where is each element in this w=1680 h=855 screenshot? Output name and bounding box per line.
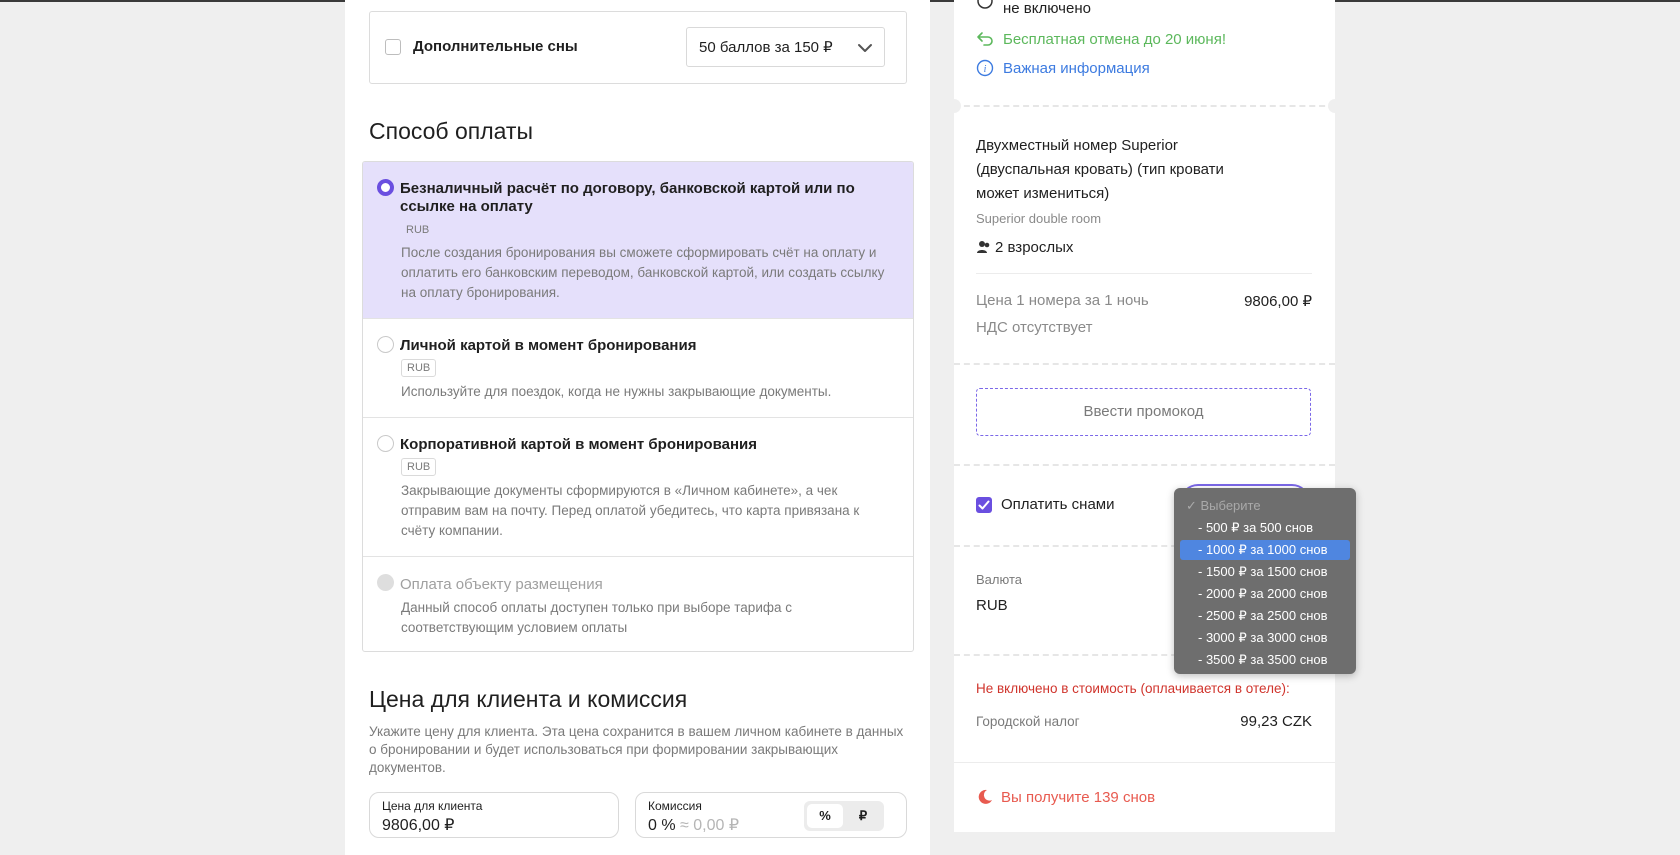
- ticket-notch: [1328, 99, 1342, 113]
- extra-sleeps-label: Дополнительные сны: [413, 38, 578, 55]
- divider: [976, 273, 1312, 274]
- extra-sleeps-select-value: 50 баллов за 150 ₽: [699, 39, 833, 56]
- dropdown-option[interactable]: - 3000 ₽ за 3000 снов: [1180, 628, 1350, 648]
- dropdown-option[interactable]: - 1000 ₽ за 1000 снов: [1180, 540, 1350, 560]
- room-title-line: может измениться): [976, 185, 1110, 202]
- perforation-divider: [954, 464, 1335, 466]
- payment-option-description: Данный способ оплаты доступен только при…: [401, 600, 792, 635]
- return-arrow-icon: [977, 32, 993, 46]
- currency-badge: RUB: [401, 458, 437, 476]
- dropdown-option[interactable]: - 2000 ₽ за 2000 снов: [1180, 584, 1350, 604]
- guests-icon: [977, 241, 990, 253]
- payment-option-invoice[interactable]: Безналичный расчёт по договору, банковск…: [363, 162, 913, 319]
- promo-code-button[interactable]: Ввести промокод: [976, 388, 1311, 436]
- sleeps-dropdown-menu[interactable]: ✓ Выберите - 500 ₽ за 500 снов - 1000 ₽ …: [1174, 488, 1356, 674]
- extra-sleeps-select[interactable]: 50 баллов за 150 ₽: [686, 27, 885, 67]
- payment-option-description: После создания бронирования вы сможете с…: [401, 245, 885, 300]
- payment-option-personal-card[interactable]: Личной картой в момент бронирования RUB …: [363, 319, 913, 418]
- payment-option-title: Оплата объекту размещения: [400, 576, 603, 593]
- commission-input[interactable]: 0 % ≈ 0,00 ₽: [648, 815, 739, 835]
- free-cancellation: Бесплатная отмена до 20 июня!: [1003, 31, 1227, 48]
- payment-option-title: Корпоративной картой в момент бронирован…: [400, 436, 757, 453]
- payment-option-description: Используйте для поездок, когда не нужны …: [401, 384, 832, 399]
- client-price-title: Цена для клиента и комиссия: [369, 686, 688, 712]
- payment-option-corporate-card[interactable]: Корпоративной картой в момент бронирован…: [363, 418, 913, 557]
- extra-sleeps-box: Дополнительные сны 50 баллов за 150 ₽: [369, 11, 907, 84]
- city-tax-value: 99,23 CZK: [1240, 713, 1312, 730]
- dropdown-option[interactable]: - 500 ₽ за 500 снов: [1180, 518, 1350, 538]
- price-per-night-label: Цена 1 номера за 1 ночь: [976, 292, 1149, 309]
- payment-option-title: Личной картой в момент бронирования: [400, 337, 697, 354]
- guests-count: 2 взрослых: [995, 239, 1074, 256]
- divider: [954, 762, 1335, 763]
- payment-radio-property: [377, 574, 394, 591]
- room-title-line: (двуспальная кровать) (тип кровати: [976, 161, 1224, 178]
- payment-options-list: Безналичный расчёт по договору, банковск…: [362, 161, 914, 652]
- unit-percent-button[interactable]: %: [807, 804, 843, 828]
- perforation-divider: [954, 363, 1335, 365]
- perforation-divider: [954, 105, 1335, 107]
- currency-badge: RUB: [401, 359, 437, 377]
- svg-text:i: i: [984, 64, 987, 75]
- currency-value: RUB: [976, 597, 1008, 614]
- currency-label: Валюта: [976, 572, 1022, 587]
- payment-method-title: Способ оплаты: [369, 118, 533, 144]
- payment-option-property: Оплата объекту размещения Данный способ …: [363, 557, 913, 651]
- booking-form-panel: Дополнительные сны 50 баллов за 150 ₽ Сп…: [345, 0, 930, 855]
- price-per-night-value: 9806,00 ₽: [1244, 293, 1312, 310]
- payment-option-description: Закрывающие документы сформируются в «Ли…: [401, 483, 860, 538]
- payment-option-title: Безналичный расчёт по договору, банковск…: [400, 180, 855, 215]
- commission-unit-toggle: % ₽: [804, 801, 884, 831]
- commission-label: Комиссия: [648, 799, 702, 813]
- commission-value: 0 %: [648, 817, 676, 834]
- important-info-link[interactable]: Важная информация: [1003, 60, 1150, 77]
- check-icon: [978, 500, 990, 510]
- vat-note: НДС отсутствует: [976, 319, 1093, 336]
- payment-radio-corporate-card[interactable]: [377, 435, 394, 452]
- dropdown-option[interactable]: - 1500 ₽ за 1500 снов: [1180, 562, 1350, 582]
- dropdown-placeholder: ✓ Выберите: [1186, 498, 1261, 513]
- info-icon: i: [976, 59, 994, 77]
- commission-field[interactable]: Комиссия 0 % ≈ 0,00 ₽ % ₽: [635, 792, 907, 838]
- unit-rub-button[interactable]: ₽: [845, 804, 881, 828]
- moon-icon: [978, 789, 992, 804]
- booking-summary-panel: не включено Бесплатная отмена до 20 июня…: [947, 0, 1342, 832]
- ticket-notch: [947, 99, 961, 113]
- commission-approx: ≈ 0,00 ₽: [680, 817, 740, 834]
- dropdown-option[interactable]: - 2500 ₽ за 2500 снов: [1180, 606, 1350, 626]
- clock-icon: [977, 0, 993, 9]
- payment-radio-personal-card[interactable]: [377, 336, 394, 353]
- not-included-title: Не включено в стоимость (оплачивается в …: [976, 681, 1290, 696]
- client-price-field[interactable]: Цена для клиента 9806,00 ₽: [369, 792, 619, 838]
- payment-radio-invoice[interactable]: [377, 179, 394, 196]
- client-price-input[interactable]: 9806,00 ₽: [382, 815, 454, 835]
- pay-with-sleeps-checkbox[interactable]: [976, 497, 992, 513]
- currency-badge: RUB: [406, 224, 430, 236]
- pay-with-sleeps-label: Оплатить снами: [1001, 496, 1115, 513]
- earn-sleeps: Вы получите 139 снов: [1001, 789, 1156, 806]
- client-price-label: Цена для клиента: [382, 799, 483, 813]
- dropdown-option[interactable]: - 3500 ₽ за 3500 снов: [1180, 650, 1350, 670]
- room-subtitle: Superior double room: [976, 211, 1102, 226]
- city-tax-label: Городской налог: [976, 714, 1080, 729]
- client-price-description: Укажите цену для клиента. Эта цена сохра…: [369, 724, 904, 775]
- room-title-line: Двухместный номер Superior: [976, 137, 1178, 154]
- chevron-down-icon: [858, 44, 872, 52]
- not-included-top: не включено: [1003, 0, 1091, 17]
- extra-sleeps-checkbox[interactable]: [385, 39, 401, 55]
